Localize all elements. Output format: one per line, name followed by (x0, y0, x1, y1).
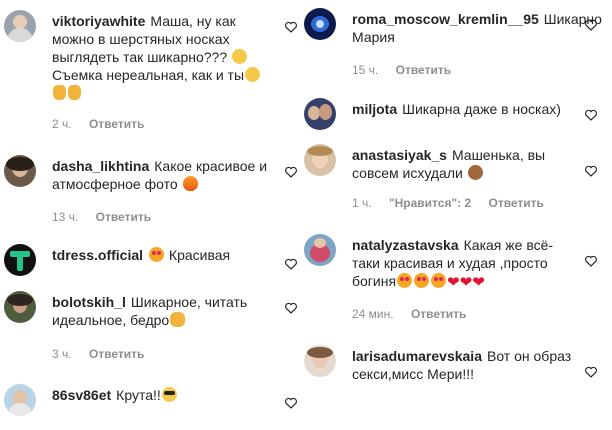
comment-username[interactable]: bolotskih_l (52, 294, 126, 310)
comment-time[interactable]: 15 ч. (352, 63, 378, 77)
comment-meta: 15 ч. Ответить (352, 63, 465, 77)
reply-button[interactable]: Ответить (89, 117, 144, 131)
comment-username[interactable]: anastasiyak_s (352, 147, 447, 163)
comment-text: Шикарна даже в носках) (402, 101, 561, 117)
comment: dasha_likhtina Какое красивое и атмосферн… (4, 155, 304, 225)
comment-username[interactable]: 86sv86et (52, 387, 111, 403)
reply-button[interactable]: Ответить (96, 210, 151, 224)
clapping-hands-emoji-icon (170, 312, 186, 327)
reply-button[interactable]: Ответить (411, 307, 466, 321)
comment-username[interactable]: dasha_likhtina (52, 158, 149, 174)
comments-column-left: viktoriyawhite Маша, ну как можно в шерст… (4, 0, 304, 430)
reply-button[interactable]: Ответить (396, 63, 451, 77)
avatar[interactable] (4, 155, 36, 187)
comment-time[interactable]: 3 ч. (52, 347, 72, 361)
comment-username[interactable]: viktoriyawhite (52, 13, 145, 29)
heart-outline-icon[interactable] (584, 164, 598, 178)
heart-eyes-emoji-icon (431, 273, 447, 288)
heart-outline-icon[interactable] (284, 20, 298, 34)
avatar[interactable] (4, 10, 36, 42)
comment-body: miljota Шикарна даже в носках) (352, 100, 578, 118)
comment: roma_moscow_kremlin__95 Шикарно Мария 15 … (304, 8, 604, 78)
comment: 86sv86et Крута!! (4, 384, 304, 424)
comment-meta: 1 ч. "Нравится": 2 Ответить (352, 196, 558, 210)
comment-body: bolotskih_l Шикарное, читать идеальное, б… (52, 293, 278, 329)
comment: tdress.official Красивая (4, 244, 304, 284)
comment: natalyzastavska Какая же всё-таки красива… (304, 234, 604, 324)
heart-outline-icon[interactable] (284, 396, 298, 410)
comment: larisadumarevskaia Вот он образ секси,мис… (304, 345, 604, 405)
heart-outline-icon[interactable] (284, 165, 298, 179)
comment-text: Красивая (165, 247, 231, 263)
heart-eyes-emoji-icon (397, 273, 413, 288)
comment: anastasiyak_s Машенька, вы совсем исхудал… (304, 144, 604, 214)
comment-body: 86sv86et Крута!! (52, 386, 278, 404)
comment-meta: 13 ч. Ответить (52, 210, 165, 224)
avatar[interactable] (304, 8, 336, 40)
comments-column-right: roma_moscow_kremlin__95 Шикарно Мария 15 … (304, 0, 604, 430)
comment-meta: 24 мин. Ответить (352, 307, 480, 321)
sunglasses-emoji-icon (161, 387, 177, 402)
fire-emoji-icon (182, 176, 198, 191)
comment-body: roma_moscow_kremlin__95 Шикарно Мария (352, 10, 602, 46)
red-heart-emoji-icon: ❤ (447, 274, 460, 291)
heart-eyes-emoji-icon (149, 247, 165, 262)
heart-eyes-emoji-icon (414, 273, 430, 288)
avatar[interactable] (304, 144, 336, 176)
winking-emoji-icon (245, 67, 261, 82)
likes-count[interactable]: "Нравится": 2 (389, 196, 471, 210)
avatar[interactable] (304, 98, 336, 130)
heart-outline-icon[interactable] (284, 301, 298, 315)
reply-button[interactable]: Ответить (89, 347, 144, 361)
thumbs-up-emoji-icon (68, 85, 81, 100)
comment-body: viktoriyawhite Маша, ну как можно в шерст… (52, 12, 278, 102)
comment-time[interactable]: 2 ч. (52, 117, 72, 131)
comment-time[interactable]: 24 мин. (352, 307, 394, 321)
heart-outline-icon[interactable] (584, 365, 598, 379)
see-no-evil-monkey-emoji-icon (467, 165, 483, 180)
comment-body: anastasiyak_s Машенька, вы совсем исхудал… (352, 146, 578, 182)
comment-time[interactable]: 1 ч. (352, 196, 372, 210)
heart-outline-icon[interactable] (284, 257, 298, 271)
avatar[interactable] (4, 384, 36, 416)
reply-button[interactable]: Ответить (488, 196, 543, 210)
red-heart-emoji-icon: ❤ (459, 274, 473, 291)
laughing-emoji-icon (232, 49, 248, 64)
comment-username[interactable]: larisadumarevskaia (352, 348, 482, 364)
red-heart-emoji-icon: ❤ (472, 274, 485, 291)
comment-text: Крута!! (116, 387, 161, 403)
comment-username[interactable]: tdress.official (52, 247, 143, 263)
avatar[interactable] (304, 234, 336, 266)
comment-body: natalyzastavska Какая же всё-таки красива… (352, 236, 578, 290)
heart-outline-icon[interactable] (584, 18, 598, 32)
comment: bolotskih_l Шикарное, читать идеальное, б… (4, 291, 304, 371)
comment: viktoriyawhite Маша, ну как можно в шерст… (4, 10, 304, 131)
avatar[interactable] (304, 345, 336, 377)
comment-text: Съемка нереальная, как и ты (52, 67, 245, 83)
comment-body: larisadumarevskaia Вот он образ секси,мис… (352, 347, 578, 383)
comment-meta: 3 ч. Ответить (52, 347, 158, 361)
comment-meta: 2 ч. Ответить (52, 117, 158, 131)
comment-body: tdress.official Красивая (52, 246, 278, 264)
comment: miljota Шикарна даже в носках) (304, 98, 604, 134)
heart-outline-icon[interactable] (584, 254, 598, 268)
comment-username[interactable]: miljota (352, 101, 397, 117)
comment-time[interactable]: 13 ч. (52, 210, 78, 224)
comment-body: dasha_likhtina Какое красивое и атмосферн… (52, 157, 278, 193)
comment-username[interactable]: roma_moscow_kremlin__95 (352, 11, 539, 27)
avatar[interactable] (4, 291, 36, 323)
avatar[interactable] (4, 244, 36, 276)
comment-username[interactable]: natalyzastavska (352, 237, 459, 253)
heart-outline-icon[interactable] (584, 108, 598, 122)
thumbs-up-emoji-icon (53, 85, 66, 100)
